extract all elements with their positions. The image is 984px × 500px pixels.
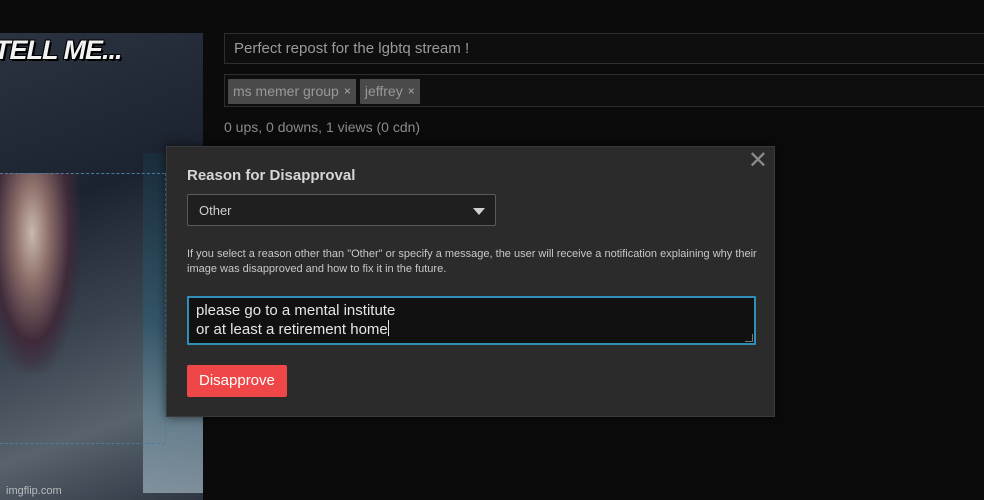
crop-guide-bottom: [0, 443, 165, 444]
reason-select[interactable]: Other: [187, 194, 496, 226]
disapproval-dialog: ✕ Reason for Disapproval Other If you se…: [166, 146, 775, 417]
tag-chip: jeffrey ×: [359, 79, 420, 104]
tag-label: ms memer group: [233, 83, 339, 99]
text-cursor: [387, 320, 389, 336]
resize-handle-icon[interactable]: [745, 334, 753, 342]
tag-label: jeffrey: [364, 83, 403, 99]
tags-input[interactable]: ms memer group × jeffrey ×: [224, 74, 984, 107]
watermark: imgflip.com: [6, 485, 62, 497]
tag-remove-icon[interactable]: ×: [408, 83, 415, 100]
tag-remove-icon[interactable]: ×: [344, 83, 351, 100]
help-text: If you select a reason other than "Other…: [187, 248, 757, 275]
meme-caption: TELL ME...: [0, 35, 123, 65]
message-textarea[interactable]: please go to a mental institute or at le…: [187, 296, 756, 345]
message-line-2: or at least a retirement home: [196, 321, 388, 338]
message-line-1: please go to a mental institute: [196, 302, 396, 319]
tag-chip: ms memer group ×: [228, 79, 356, 104]
post-stats: 0 ups, 0 downs, 1 views (0 cdn): [224, 119, 421, 135]
reason-select-value: Other: [199, 203, 232, 218]
close-icon[interactable]: ✕: [748, 149, 768, 173]
crop-guide-top: [0, 173, 165, 174]
disapprove-button[interactable]: Disapprove: [187, 365, 287, 397]
caret-down-icon: [473, 208, 485, 215]
dialog-title: Reason for Disapproval: [187, 167, 356, 184]
meme-photo-person: [0, 173, 80, 373]
title-input[interactable]: Perfect repost for the lgbtq stream !: [224, 33, 984, 64]
